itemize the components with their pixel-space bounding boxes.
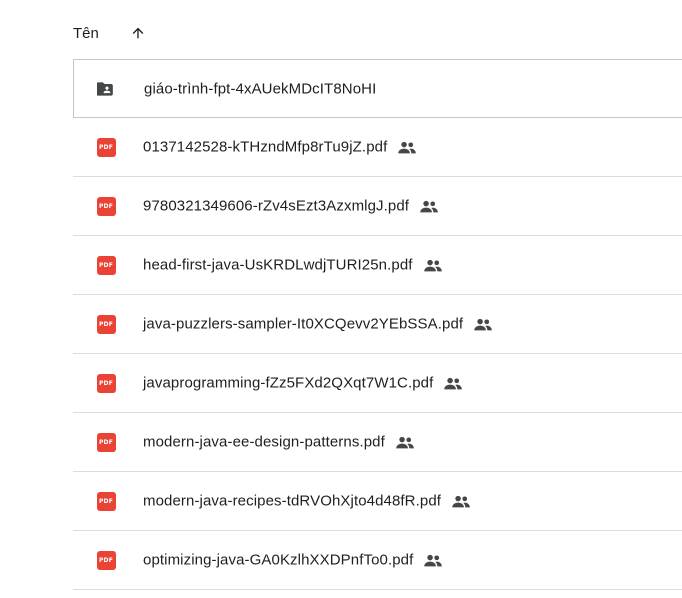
shared-people-icon	[423, 553, 443, 567]
file-row[interactable]: PDF head-first-java-UsKRDLwdjTURI25n.pdf	[73, 236, 682, 295]
pdf-icon: PDF	[96, 491, 116, 511]
pdf-icon: PDF	[96, 255, 116, 275]
pdf-icon: PDF	[96, 373, 116, 393]
file-name: javaprogramming-fZz5FXd2QXqt7W1C.pdf	[143, 374, 434, 392]
shared-people-icon	[419, 199, 439, 213]
file-name-wrap: optimizing-java-GA0KzlhXXDPnfTo0.pdf	[143, 552, 443, 569]
shared-people-icon	[473, 317, 493, 331]
file-name-wrap: modern-java-recipes-tdRVOhXjto4d48fR.pdf	[143, 493, 471, 510]
shared-folder-icon	[97, 79, 117, 99]
pdf-badge: PDF	[96, 373, 116, 393]
shared-people-icon	[451, 494, 471, 508]
file-row[interactable]: PDF 0137142528-kTHzndMfp8rTu9jZ.pdf	[73, 118, 682, 177]
shared-people-icon	[423, 258, 443, 272]
shared-people-icon	[397, 140, 417, 154]
file-name-wrap: head-first-java-UsKRDLwdjTURI25n.pdf	[143, 257, 443, 274]
file-row[interactable]: PDF java-puzzlers-sampler-It0XCQevv2YEbSS…	[73, 295, 682, 354]
pdf-badge: PDF	[96, 196, 116, 216]
file-name: java-puzzlers-sampler-It0XCQevv2YEbSSA.p…	[143, 315, 464, 333]
column-header: Tên	[73, 14, 149, 52]
pdf-icon: PDF	[96, 196, 116, 216]
pdf-icon: PDF	[96, 550, 116, 570]
pdf-icon: PDF	[96, 137, 116, 157]
file-name-wrap: 0137142528-kTHzndMfp8rTu9jZ.pdf	[143, 139, 417, 156]
pdf-badge: PDF	[96, 314, 116, 334]
pdf-badge: PDF	[96, 491, 116, 511]
file-name: modern-java-recipes-tdRVOhXjto4d48fR.pdf	[143, 492, 442, 510]
folder-row[interactable]: giáo-trình-fpt-4xAUekMDcIT8NoHI	[73, 59, 682, 118]
arrow-up-icon	[132, 27, 144, 39]
sort-ascending-button[interactable]	[127, 22, 149, 44]
shared-people-icon	[395, 435, 415, 449]
pdf-badge: PDF	[96, 137, 116, 157]
name-column-label[interactable]: Tên	[73, 25, 99, 42]
pdf-icon: PDF	[96, 314, 116, 334]
pdf-badge: PDF	[96, 255, 116, 275]
file-row[interactable]: PDF modern-java-ee-design-patterns.pdf	[73, 413, 682, 472]
file-row[interactable]: PDF 9780321349606-rZv4sEzt3AzxmlgJ.pdf	[73, 177, 682, 236]
shared-people-icon	[443, 376, 463, 390]
file-name: 9780321349606-rZv4sEzt3AzxmlgJ.pdf	[143, 197, 410, 215]
pdf-badge: PDF	[96, 432, 116, 452]
file-row[interactable]: PDF optimizing-java-GA0KzlhXXDPnfTo0.pdf	[73, 531, 682, 590]
file-list: giáo-trình-fpt-4xAUekMDcIT8NoHI PDF 013714…	[73, 59, 682, 590]
file-name: 0137142528-kTHzndMfp8rTu9jZ.pdf	[143, 138, 388, 156]
file-name: modern-java-ee-design-patterns.pdf	[143, 433, 385, 451]
file-name: head-first-java-UsKRDLwdjTURI25n.pdf	[143, 256, 413, 274]
file-name-wrap: 9780321349606-rZv4sEzt3AzxmlgJ.pdf	[143, 198, 439, 215]
pdf-badge: PDF	[96, 550, 116, 570]
file-name-wrap: javaprogramming-fZz5FXd2QXqt7W1C.pdf	[143, 375, 463, 392]
pdf-icon: PDF	[96, 432, 116, 452]
file-name-wrap: java-puzzlers-sampler-It0XCQevv2YEbSSA.p…	[143, 316, 493, 333]
file-name: giáo-trình-fpt-4xAUekMDcIT8NoHI	[144, 80, 377, 97]
file-row[interactable]: PDF modern-java-recipes-tdRVOhXjto4d48fR.…	[73, 472, 682, 531]
file-name: optimizing-java-GA0KzlhXXDPnfTo0.pdf	[143, 551, 414, 569]
file-name-wrap: giáo-trình-fpt-4xAUekMDcIT8NoHI	[144, 80, 376, 97]
file-name-wrap: modern-java-ee-design-patterns.pdf	[143, 434, 415, 451]
file-row[interactable]: PDF javaprogramming-fZz5FXd2QXqt7W1C.pdf	[73, 354, 682, 413]
